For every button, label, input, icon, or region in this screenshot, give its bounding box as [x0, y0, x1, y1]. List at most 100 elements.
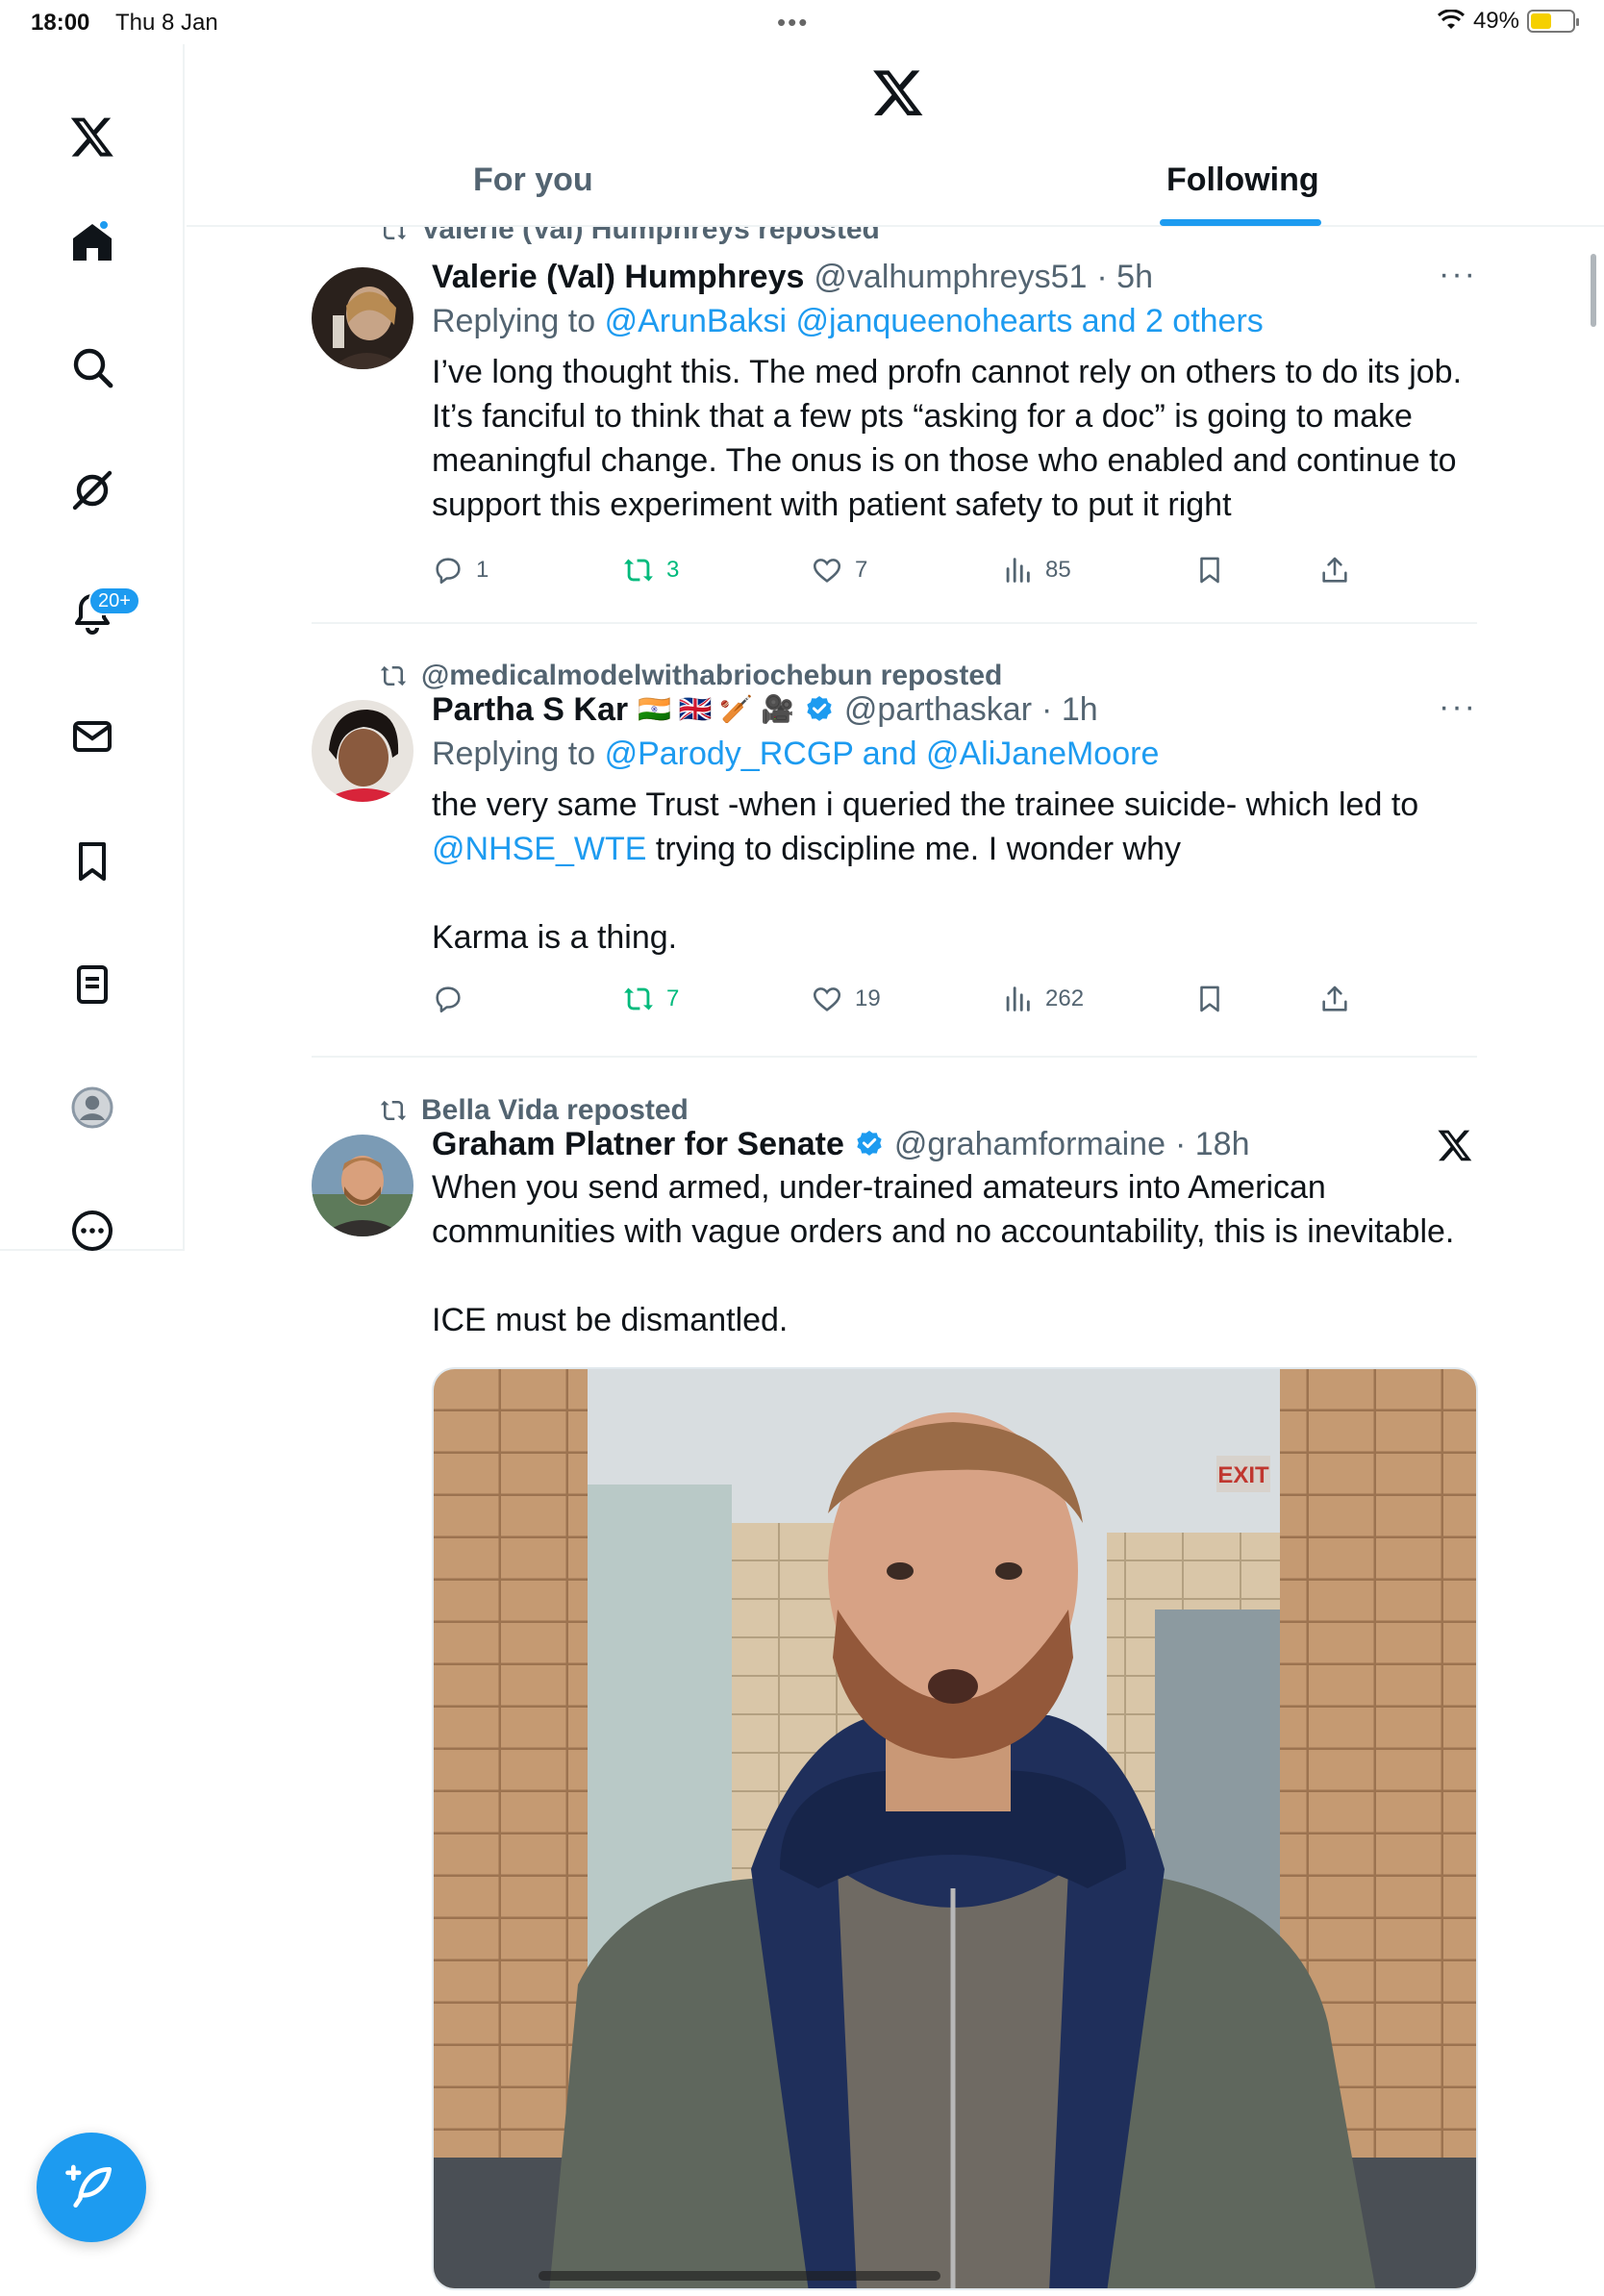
- repost-icon: [380, 665, 407, 686]
- bookmarks-icon[interactable]: [50, 819, 135, 904]
- grok-icon[interactable]: [50, 448, 135, 533]
- battery-percent: 49%: [1472, 8, 1519, 34]
- home-icon[interactable]: [50, 200, 135, 285]
- replying-prefix: Replying to: [432, 303, 596, 339]
- x-logo-icon[interactable]: [50, 94, 135, 179]
- repost-icon: [380, 1100, 407, 1121]
- status-right: 49%: [1437, 8, 1579, 35]
- status-date: Thu 8 Jan: [115, 10, 218, 36]
- multitasking-dots-icon[interactable]: •••: [777, 8, 809, 37]
- repost-count: 3: [666, 557, 680, 583]
- repost-button[interactable]: 3: [622, 554, 679, 586]
- tweet-content: Valerie (Val) Humphreys @valhumphreys51 …: [432, 256, 1480, 527]
- repost-icon: [384, 227, 407, 240]
- reply-button[interactable]: 1: [432, 554, 489, 586]
- tweet-divider: [312, 622, 1477, 624]
- repost-by-text: Bella Vida reposted: [421, 1094, 689, 1126]
- bookmark-button[interactable]: [1193, 554, 1226, 586]
- bookmark-icon: [1200, 986, 1219, 1012]
- name-emoji: 🇮🇳 🇬🇧 🏏 🎥: [638, 694, 794, 724]
- tweet-video[interactable]: EXIT: [432, 1367, 1478, 2290]
- sidebar: 20+: [0, 44, 185, 1251]
- tweet-text-blank: [432, 1254, 1480, 1298]
- like-button[interactable]: 19: [811, 983, 881, 1015]
- share-button[interactable]: [1318, 983, 1351, 1015]
- tweet-text: When you send armed, under-trained amate…: [432, 1165, 1480, 1342]
- timeline-header: For you Following: [187, 44, 1604, 227]
- share-button[interactable]: [1318, 554, 1351, 586]
- timeline-feed: Valerie (Val) Humphreys reposted Valerie…: [187, 227, 1604, 2296]
- tweet-text-paragraph: the very same Trust -when i queried the …: [432, 783, 1480, 871]
- repost-indicator: Bella Vida reposted: [379, 1094, 689, 1127]
- avatar[interactable]: [312, 1135, 414, 1236]
- tweet-header: Partha S Kar 🇮🇳 🇬🇧 🏏 🎥 @parthaskar · 1h: [432, 688, 1480, 731]
- wifi-icon: [1437, 10, 1465, 29]
- x-logo-icon[interactable]: [871, 65, 925, 119]
- avatar[interactable]: [312, 700, 414, 802]
- author-handle[interactable]: @parthaskar: [844, 688, 1032, 731]
- status-time: 18:00: [31, 10, 90, 36]
- replying-prefix: Replying to: [432, 736, 596, 772]
- tweet-time: · 18h: [1175, 1126, 1250, 1162]
- tweet-content: Partha S Kar 🇮🇳 🇬🇧 🏏 🎥 @parthaskar · 1h …: [432, 688, 1480, 960]
- tweet-text-part: trying to discipline me. I wonder why: [646, 831, 1182, 867]
- avatar[interactable]: [312, 267, 414, 369]
- more-options-icon[interactable]: ···: [1439, 256, 1477, 293]
- lists-icon[interactable]: [50, 942, 135, 1027]
- exit-sign: EXIT: [1217, 1462, 1269, 1488]
- views-button[interactable]: 85: [1001, 554, 1071, 586]
- tab-following[interactable]: Following: [1166, 162, 1319, 199]
- more-options-icon[interactable]: ···: [1439, 688, 1477, 726]
- tweet-text-part: the very same Trust -when i queried the …: [432, 786, 1419, 823]
- verified-badge-icon: [857, 1131, 882, 1156]
- replying-to-mentions[interactable]: @Parody_RCGP and @AliJaneMoore: [605, 736, 1160, 772]
- replying-to: Replying to @Parody_RCGP and @AliJaneMoo…: [432, 731, 1480, 777]
- author-name[interactable]: Partha S Kar: [432, 688, 628, 731]
- repost-indicator: @medicalmodelwithabriochebun reposted: [379, 660, 1002, 692]
- views-icon: [1006, 986, 1030, 1011]
- like-count: 7: [855, 557, 868, 583]
- x-logo-icon[interactable]: [1437, 1127, 1473, 1163]
- battery-icon: [1527, 10, 1579, 33]
- tweet-actions: 1 3 7 85: [432, 554, 1374, 592]
- author-name[interactable]: Graham Platner for Senate: [432, 1123, 844, 1165]
- like-button[interactable]: 7: [811, 554, 867, 586]
- tweet-time: · 1h: [1041, 691, 1098, 728]
- home-indicator[interactable]: [539, 2271, 940, 2281]
- more-icon[interactable]: [50, 1188, 135, 1273]
- reply-button[interactable]: [432, 983, 476, 1015]
- like-count: 19: [855, 986, 881, 1011]
- tab-for-you[interactable]: For you: [473, 162, 593, 199]
- home-unread-dot: [98, 219, 110, 231]
- compose-button[interactable]: [37, 2133, 146, 2242]
- notifications-icon[interactable]: 20+: [50, 571, 140, 656]
- replying-to-mentions[interactable]: @ArunBaksi @janqueenohearts and 2 others: [605, 303, 1264, 339]
- tweet-content: Graham Platner for Senate @grahamformain…: [432, 1123, 1480, 1342]
- tweet-actions: 7 19 262: [432, 983, 1374, 1021]
- messages-icon[interactable]: [50, 694, 135, 779]
- mention-link[interactable]: @NHSE_WTE: [432, 831, 646, 867]
- active-tab-indicator: [1160, 219, 1321, 226]
- repost-by-text: @medicalmodelwithabriochebun reposted: [421, 660, 1003, 691]
- views-icon: [1006, 558, 1030, 583]
- compose-icon: [65, 2164, 112, 2208]
- tweet-header: Valerie (Val) Humphreys @valhumphreys51 …: [432, 256, 1480, 298]
- author-handle[interactable]: @valhumphreys51: [814, 256, 1087, 298]
- view-count: 85: [1045, 557, 1071, 583]
- tweet-divider: [312, 1056, 1477, 1058]
- search-icon[interactable]: [50, 325, 135, 410]
- repost-icon: [624, 987, 653, 1011]
- views-button[interactable]: 262: [1001, 983, 1084, 1015]
- bookmark-button[interactable]: [1193, 983, 1226, 1015]
- profile-icon[interactable]: [50, 1065, 135, 1150]
- reply-icon: [436, 558, 461, 585]
- tweet-text-blank: [432, 871, 1480, 915]
- verified-badge-icon: [807, 696, 832, 721]
- author-handle[interactable]: @grahamformaine: [894, 1123, 1165, 1165]
- author-name[interactable]: Valerie (Val) Humphreys: [432, 256, 804, 298]
- bookmark-icon: [1200, 557, 1219, 584]
- repost-button[interactable]: 7: [622, 983, 679, 1015]
- share-icon: [1322, 986, 1347, 1011]
- tweet-text-paragraph: When you send armed, under-trained amate…: [432, 1169, 1455, 1250]
- repost-by-text: Valerie (Val) Humphreys reposted: [421, 227, 880, 245]
